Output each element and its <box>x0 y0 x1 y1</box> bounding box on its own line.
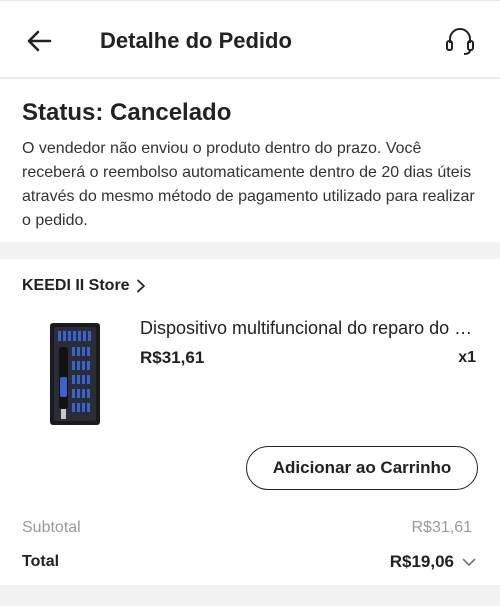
product-price: R$31,61 <box>140 348 205 367</box>
product-name[interactable]: Dispositivo multifuncional do reparo do … <box>140 318 476 339</box>
headset-icon <box>446 28 474 55</box>
screwdriver-kit-image <box>28 319 124 429</box>
subtotal-label: Subtotal <box>22 519 81 536</box>
app-header: Detalhe do Pedido <box>0 0 500 78</box>
customer-support-button[interactable] <box>440 23 480 59</box>
add-to-cart-button[interactable]: Adicionar ao Carrinho <box>246 446 478 490</box>
chevron-down-icon <box>462 558 476 567</box>
back-button[interactable] <box>22 25 56 57</box>
page-title: Detalhe do Pedido <box>100 28 292 53</box>
status-message: O vendedor não enviou o produto dentro d… <box>22 140 475 229</box>
product-quantity: x1 <box>458 349 476 366</box>
total-expand-toggle[interactable]: R$19,06 <box>390 552 476 572</box>
total-label: Total <box>22 553 60 570</box>
order-items-section: KEEDI II Store Dispositivo multifunciona… <box>0 259 500 585</box>
product-image[interactable] <box>28 319 124 429</box>
total-value: R$19,06 <box>389 552 454 571</box>
order-status-section: Status: Cancelado O vendedor não enviou … <box>0 79 500 242</box>
status-title: Status: Cancelado <box>22 99 232 126</box>
store-name: KEEDI II Store <box>22 277 130 294</box>
subtotal-value: R$31,61 <box>411 519 473 536</box>
arrow-left-icon <box>27 30 52 52</box>
chevron-right-icon <box>136 279 146 293</box>
store-link[interactable]: KEEDI II Store <box>22 277 146 295</box>
